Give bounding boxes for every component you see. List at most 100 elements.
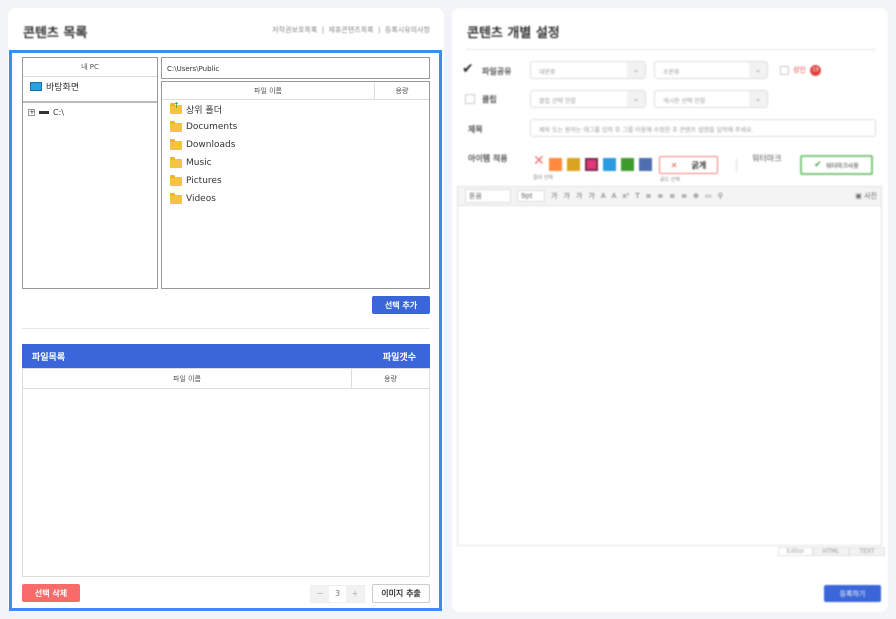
- editor-toolbar: 돋움 9pt 가가가가AAx²T ≡≡≡≡ ⊕▭⚲ ▣ 사진: [458, 187, 881, 206]
- parent-folder-icon: ↑: [170, 105, 182, 114]
- chevron-down-icon: ⌄: [627, 62, 645, 78]
- check-icon: ✔: [814, 160, 822, 170]
- bold-caption: 굵드 선택: [660, 176, 680, 183]
- delete-selected-button[interactable]: 선택 삭제: [22, 584, 80, 602]
- color-swatch[interactable]: [621, 158, 634, 171]
- file-item[interactable]: Music: [162, 154, 429, 172]
- color-swatch[interactable]: [549, 158, 562, 171]
- font-select[interactable]: 돋움: [465, 189, 511, 203]
- file-item[interactable]: Downloads: [162, 136, 429, 154]
- close-icon: ✕: [671, 161, 678, 170]
- link-partner[interactable]: 제휴콘텐츠목록: [329, 26, 374, 34]
- extract-image-button[interactable]: 이미지 추출: [372, 584, 430, 603]
- col-filename[interactable]: 파일 이름: [23, 369, 352, 388]
- folder-icon: [170, 195, 182, 204]
- add-selected-button[interactable]: 선택 추가: [372, 296, 430, 314]
- color-swatch[interactable]: [603, 158, 616, 171]
- tab-editor[interactable]: Editor: [778, 547, 813, 556]
- stepper-plus[interactable]: +: [346, 586, 364, 602]
- file-item[interactable]: Documents: [162, 118, 429, 136]
- clear-format-icon[interactable]: T: [635, 192, 639, 200]
- folder-icon: [170, 177, 182, 186]
- size-select[interactable]: 9pt: [517, 190, 545, 202]
- file-list-title: 파일목록: [32, 350, 65, 363]
- file-item[interactable]: Videos: [162, 190, 429, 208]
- quantity-stepper[interactable]: − 3 +: [310, 585, 365, 603]
- col-size[interactable]: 용량: [352, 369, 429, 388]
- table-icon[interactable]: ▭: [705, 192, 712, 200]
- check-icon[interactable]: ✔: [462, 61, 474, 77]
- link-notice[interactable]: 등록시유의사항: [385, 26, 430, 34]
- file-share-label: 파일공유: [482, 66, 511, 77]
- superscript-icon[interactable]: x²: [622, 192, 629, 200]
- align-center-icon[interactable]: ≡: [658, 192, 664, 200]
- content-settings-panel: 콘텐츠 개별 설정 ✔ 파일공유 대분류⌄ 소분류⌄ 성인 19 클립 클립 선…: [452, 8, 888, 612]
- no-color-icon[interactable]: ✕: [533, 154, 545, 168]
- file-list-header: 파일목록 파일갯수: [22, 344, 430, 368]
- strike-icon[interactable]: 가: [588, 191, 594, 201]
- adult-checkbox[interactable]: [780, 66, 789, 75]
- color-caption: 컬러 선택: [533, 174, 553, 181]
- link-copyright[interactable]: 저작권보호목록: [272, 26, 317, 34]
- clip-select[interactable]: 클립 선택 안함⌄: [530, 90, 646, 108]
- text-color-icon[interactable]: A: [601, 192, 606, 200]
- photo-button[interactable]: ▣ 사진: [855, 191, 877, 201]
- category2-select[interactable]: 소분류⌄: [654, 61, 768, 79]
- divider: [466, 49, 876, 50]
- editor-tabs: Editor HTML TEXT: [778, 547, 885, 556]
- align-justify-icon[interactable]: ≡: [681, 192, 687, 200]
- divider: [22, 328, 430, 329]
- search-icon[interactable]: ⚲: [718, 192, 723, 200]
- item-apply-label: 아이템 적용: [468, 153, 508, 164]
- file-item-parent[interactable]: ↑상위 폴더: [162, 100, 429, 118]
- submit-button[interactable]: 등록하기: [824, 585, 881, 602]
- tree-drive-c[interactable]: + C:\: [23, 103, 157, 121]
- tree-header: 내 PC: [23, 58, 157, 77]
- file-count-label: 파일갯수: [383, 350, 416, 363]
- stepper-value[interactable]: 3: [329, 586, 346, 602]
- tree-desktop[interactable]: 바탕화면: [23, 77, 157, 95]
- settings-title: 콘텐츠 개별 설정: [467, 22, 560, 41]
- align-left-icon[interactable]: ≡: [646, 192, 652, 200]
- monitor-icon: [30, 82, 42, 91]
- bold-icon[interactable]: 가: [551, 191, 557, 201]
- italic-icon[interactable]: 가: [576, 191, 582, 201]
- stepper-minus[interactable]: −: [311, 586, 329, 602]
- underline-icon[interactable]: 가: [563, 191, 569, 201]
- col-filename[interactable]: 파일 이름: [162, 82, 375, 99]
- file-browser: 파일 이름 용량 ↑상위 폴더 Documents Downloads Musi…: [161, 81, 430, 289]
- subject-label: 제목: [468, 124, 483, 135]
- chevron-down-icon: ⌄: [749, 62, 767, 78]
- bg-color-icon[interactable]: A: [612, 192, 617, 200]
- bold-toggle[interactable]: ✕굵게: [659, 156, 718, 174]
- board-select[interactable]: 게시판 선택 안함⌄: [654, 90, 768, 108]
- editor-body[interactable]: [458, 206, 881, 545]
- adult-label: 성인: [793, 65, 806, 75]
- path-field[interactable]: C:\Users\Public: [161, 57, 430, 79]
- clip-checkbox[interactable]: [465, 94, 475, 104]
- color-swatch[interactable]: [639, 158, 652, 171]
- category1-select[interactable]: 대분류⌄: [530, 61, 646, 79]
- drive-icon: [39, 111, 49, 114]
- tab-html[interactable]: HTML: [813, 547, 849, 556]
- tab-text[interactable]: TEXT: [849, 547, 885, 556]
- editor: 돋움 9pt 가가가가AAx²T ≡≡≡≡ ⊕▭⚲ ▣ 사진: [457, 186, 882, 546]
- align-right-icon[interactable]: ≡: [669, 192, 675, 200]
- file-item[interactable]: Pictures: [162, 172, 429, 190]
- folder-icon: [170, 141, 182, 150]
- folder-tree: 내 PC 바탕화면 + C:\: [22, 57, 158, 289]
- subject-input[interactable]: 제목 또는 원하는 태그를 입력 후 그룹 이용해 수정한 후 콘텐츠 설명을 …: [530, 119, 876, 137]
- color-swatch[interactable]: [585, 158, 598, 171]
- page-title: 콘텐츠 목록: [23, 22, 87, 41]
- divider: [736, 158, 737, 172]
- expand-icon[interactable]: +: [28, 109, 35, 116]
- link-icon[interactable]: ⊕: [693, 192, 699, 200]
- folder-icon: [170, 159, 182, 168]
- chevron-down-icon: ⌄: [749, 91, 767, 107]
- color-swatch[interactable]: [567, 158, 580, 171]
- header-links: 저작권보호목록 | 제휴콘텐츠목록 | 등록시유의사항: [272, 25, 430, 35]
- watermark-button[interactable]: ✔워터마크사용: [800, 155, 873, 175]
- chevron-down-icon: ⌄: [627, 91, 645, 107]
- col-size[interactable]: 용량: [375, 82, 429, 99]
- watermark-label: 워터마크: [752, 153, 781, 164]
